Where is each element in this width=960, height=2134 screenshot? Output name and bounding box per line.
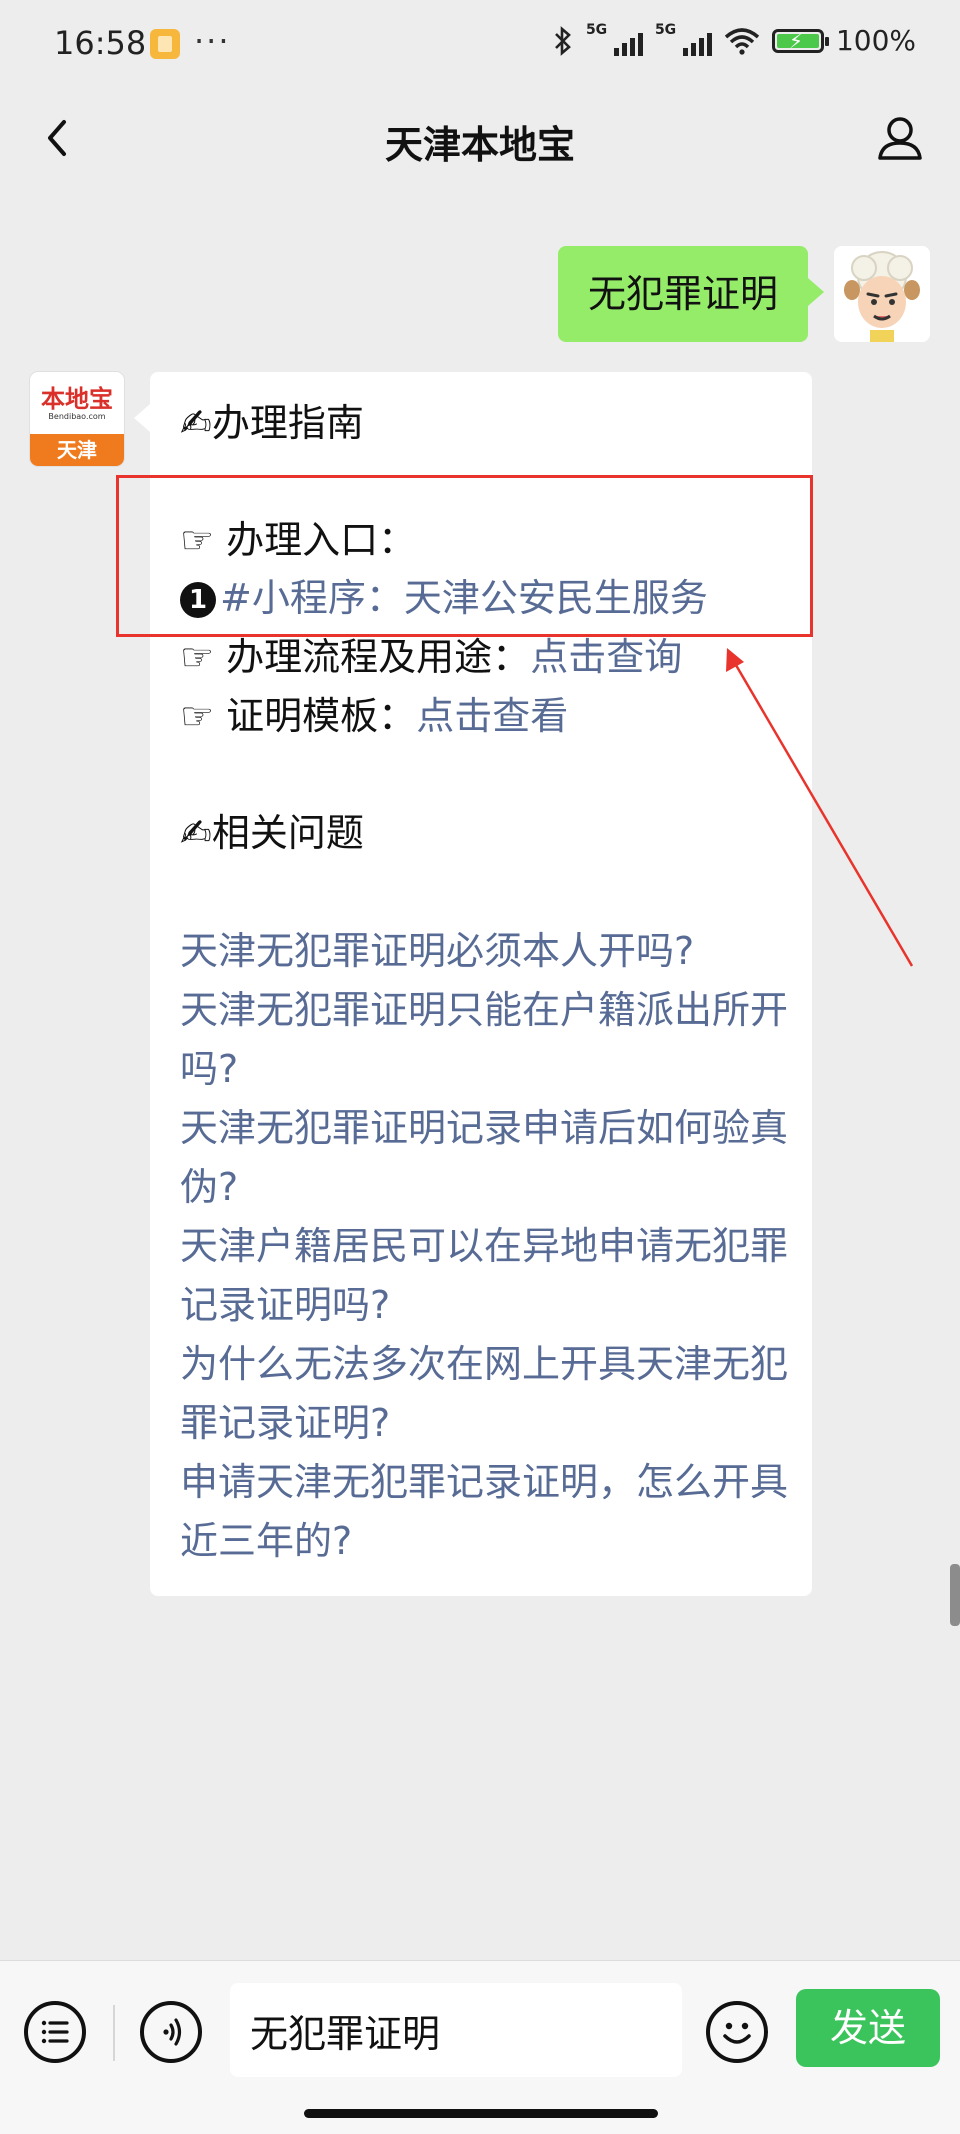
message-input[interactable] — [230, 1983, 682, 2077]
notification-app-icon — [150, 29, 180, 59]
sheep-avatar-icon — [834, 246, 930, 342]
wifi-icon — [724, 27, 760, 55]
template-link[interactable]: 点击查看 — [416, 694, 568, 738]
template-label: 证明模板： — [226, 694, 417, 738]
related-heading: ✍相关问题 — [180, 804, 364, 862]
divider — [113, 2005, 115, 2061]
annotation-highlight-box — [116, 475, 813, 637]
bendibao-logo: 本地宝 Bendibao.com — [30, 372, 124, 434]
writing-hand-icon: ✍ — [180, 401, 212, 445]
process-label: 办理流程及用途： — [226, 635, 531, 679]
title-bar: 天津本地宝 — [0, 88, 960, 190]
network-type-1: 5G — [585, 21, 608, 38]
pointing-hand-icon: ☞ — [180, 635, 215, 679]
bluetooth-icon — [555, 25, 571, 56]
related-question-link[interactable]: 天津无犯罪证明只能在户籍派出所开吗? — [180, 981, 790, 1099]
scrollbar-thumb[interactable] — [950, 1564, 960, 1626]
guide-title: 办理指南 — [211, 401, 364, 445]
page-title: 天津本地宝 — [384, 123, 575, 167]
menu-list-icon — [41, 2020, 69, 2044]
network-type-2: 5G — [654, 21, 677, 38]
logo-site: Bendibao.com — [48, 411, 106, 421]
voice-button[interactable] — [140, 2001, 202, 2063]
outgoing-message-bubble[interactable]: 无犯罪证明 — [557, 246, 825, 342]
status-bar: 16:58 ··· 5G 5G ⚡ 100% — [0, 0, 960, 88]
menu-button[interactable] — [24, 2001, 86, 2063]
logo-name: 本地宝 — [41, 383, 113, 413]
related-question-link[interactable]: 天津户籍居民可以在异地申请无犯罪记录证明吗? — [180, 1217, 790, 1335]
pointing-hand-icon: ☞ — [180, 694, 215, 738]
related-question-link[interactable]: 天津无犯罪证明记录申请后如何验真伪? — [180, 1099, 790, 1217]
battery-percent: 100% — [835, 24, 916, 57]
smiley-icon — [723, 2022, 751, 2044]
related-question-link[interactable]: 为什么无法多次在网上开具天津无犯罪记录证明? — [180, 1335, 790, 1453]
voice-icon — [163, 2018, 182, 2046]
person-icon — [878, 117, 922, 160]
more-notifications-icon: ··· — [194, 22, 231, 60]
guide-heading: ✍办理指南 — [180, 394, 364, 452]
related-question-link[interactable]: 天津无犯罪证明必须本人开吗? — [180, 922, 790, 981]
status-indicators: 5G 5G ⚡ 100% — [552, 22, 916, 57]
home-indicator[interactable] — [304, 2109, 658, 2118]
process-link[interactable]: 点击查询 — [530, 635, 682, 679]
template-row: ☞ 证明模板：点击查看 — [180, 687, 568, 745]
battery-icon: ⚡ — [771, 28, 829, 53]
related-title: 相关问题 — [211, 811, 364, 855]
profile-button[interactable] — [872, 110, 928, 166]
logo-city: 天津 — [30, 434, 124, 466]
emoji-button[interactable] — [706, 2001, 768, 2063]
input-bar: 发送 — [0, 1960, 960, 2134]
signal-icon-2: 5G — [655, 22, 712, 56]
send-button[interactable]: 发送 — [796, 1989, 940, 2067]
signal-icon: 5G — [586, 22, 643, 56]
bot-avatar[interactable]: 本地宝 Bendibao.com 天津 — [30, 372, 124, 466]
status-time: 16:58 — [54, 24, 147, 62]
related-question-link[interactable]: 申请天津无犯罪记录证明，怎么开具近三年的? — [180, 1453, 790, 1571]
writing-hand-icon: ✍ — [180, 811, 212, 855]
user-avatar[interactable] — [834, 246, 930, 342]
